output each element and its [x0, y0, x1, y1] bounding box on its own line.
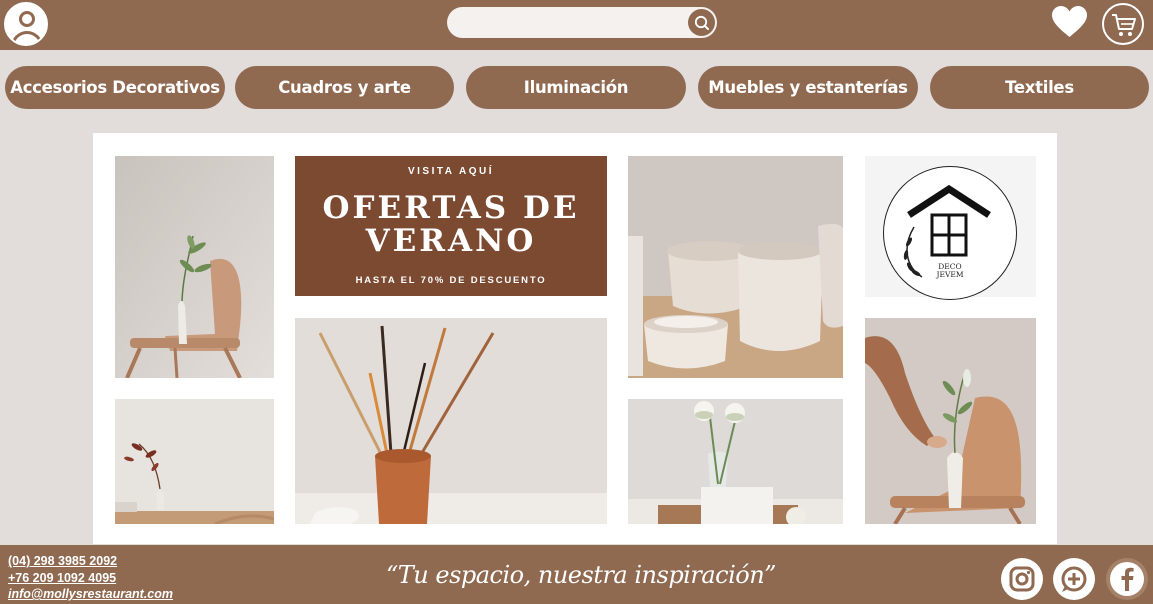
chair-vase-photo[interactable] [115, 156, 274, 378]
promo-title: OFERTAS DE VERANO [322, 190, 580, 259]
add-icon [1061, 566, 1087, 592]
phone-link-2[interactable]: +76 209 1092 4095 [8, 570, 173, 587]
ceramics-photo[interactable] [628, 156, 843, 378]
email-link[interactable]: info@mollysrestaurant.com [8, 586, 173, 603]
header-bar [0, 0, 1153, 50]
search-bar[interactable] [447, 7, 717, 38]
footer-bar: (04) 298 3985 2092 +76 209 1092 4095 inf… [0, 545, 1153, 604]
summer-sale-banner[interactable]: VISITA AQUÍ OFERTAS DE VERANO HASTA EL 7… [295, 156, 607, 296]
paintbrushes-photo[interactable] [295, 318, 607, 524]
brand-logo: DECO JEVEM [883, 166, 1017, 300]
facebook-icon [1110, 562, 1144, 596]
add-button[interactable] [1053, 558, 1095, 600]
nav-item-cuadros-y-arte[interactable]: Cuadros y arte [235, 66, 454, 109]
brand-logo-text: DECO JEVEM [936, 262, 964, 279]
user-icon[interactable] [4, 2, 48, 46]
instagram-icon [1009, 566, 1035, 592]
heart-icon[interactable] [1051, 5, 1088, 39]
search-icon [694, 15, 709, 30]
nav-item-textiles[interactable]: Textiles [930, 66, 1149, 109]
nav-item-accesorios-decorativos[interactable]: Accesorios Decorativos [5, 66, 225, 109]
cart-button[interactable] [1102, 3, 1144, 45]
cart-icon [1112, 14, 1136, 36]
twig-vase-photo[interactable] [115, 399, 274, 524]
flowers-vase-photo[interactable] [628, 399, 843, 524]
search-input[interactable] [459, 13, 684, 32]
phone-link-1[interactable]: (04) 298 3985 2092 [8, 553, 173, 570]
nav-item-iluminacion[interactable]: Iluminación [466, 66, 686, 109]
promo-kicker: VISITA AQUÍ [407, 166, 495, 177]
search-button[interactable] [688, 9, 715, 36]
arranging-flowers-photo[interactable] [865, 318, 1036, 524]
facebook-button[interactable] [1106, 558, 1148, 600]
brand-logo-card: DECO JEVEM [865, 156, 1036, 300]
promo-subtitle: HASTA EL 70% DE DESCUENTO [355, 275, 547, 286]
nav-item-muebles-y-estanterias[interactable]: Muebles y estanterías [698, 66, 918, 109]
slogan-text: “Tu espacio, nuestra inspiración” [386, 561, 776, 589]
contact-info: (04) 298 3985 2092 +76 209 1092 4095 inf… [8, 553, 173, 603]
instagram-button[interactable] [1001, 558, 1043, 600]
